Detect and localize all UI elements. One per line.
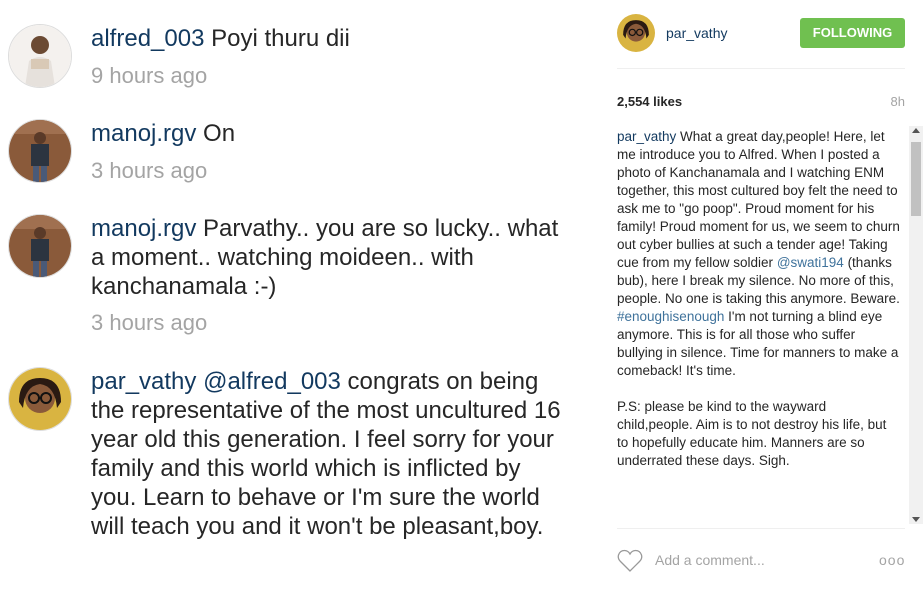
comment-text: par_vathy @alfred_003 congrats on being … <box>91 367 571 541</box>
likes-count[interactable]: 2,554 likes <box>617 94 682 109</box>
comment-text: manoj.rgv Parvathy.. you are so lucky.. … <box>91 214 571 301</box>
comment-text: manoj.rgv On <box>91 119 571 148</box>
avatar[interactable] <box>8 214 72 278</box>
avatar[interactable] <box>8 119 72 183</box>
more-options-icon[interactable]: ooo <box>879 552 905 568</box>
avatar[interactable] <box>8 24 72 88</box>
scrollbar-thumb[interactable] <box>911 142 921 216</box>
scroll-down-arrow-icon[interactable] <box>912 517 920 522</box>
caption-scroll-area[interactable]: par_vathy What a great day,people! Here,… <box>617 128 917 526</box>
divider <box>617 528 905 529</box>
comment-username[interactable]: par_vathy <box>91 368 196 395</box>
comment-username[interactable]: manoj.rgv <box>91 120 196 147</box>
caption-text-part1: What a great day,people! Here, let me in… <box>617 129 904 270</box>
comment-body: Poyi thuru dii <box>211 25 350 52</box>
comment-mention[interactable]: @alfred_003 <box>203 368 341 395</box>
add-comment-input[interactable]: Add a comment... <box>655 552 855 568</box>
comments-list: alfred_003 Poyi thuru dii 9 hours ago ma… <box>0 0 590 590</box>
following-button[interactable]: FOLLOWING <box>800 18 905 48</box>
comment-username[interactable]: manoj.rgv <box>91 215 196 242</box>
post-panel: par_vathy FOLLOWING 2,554 likes 8h par_v… <box>603 0 923 590</box>
caption: par_vathy What a great day,people! Here,… <box>617 128 901 470</box>
caption-mention[interactable]: @swati194 <box>777 255 844 270</box>
avatar[interactable] <box>8 367 72 431</box>
avatar[interactable] <box>617 14 655 52</box>
post-username[interactable]: par_vathy <box>666 25 727 41</box>
post-age: 8h <box>890 94 905 109</box>
caption-text-part3: I'm not turning a blind eye anymore. Thi… <box>617 309 899 468</box>
divider <box>617 68 905 69</box>
caption-username[interactable]: par_vathy <box>617 129 676 144</box>
comment-username[interactable]: alfred_003 <box>91 25 204 52</box>
heart-icon[interactable] <box>617 549 643 573</box>
scroll-up-arrow-icon[interactable] <box>912 128 920 133</box>
comment-text: alfred_003 Poyi thuru dii <box>91 24 571 53</box>
comment-body: On <box>203 120 236 147</box>
comment-time: 3 hours ago <box>91 310 208 335</box>
scrollbar[interactable] <box>909 126 923 524</box>
caption-hashtag[interactable]: #enoughisenough <box>617 309 724 324</box>
comment-time: 3 hours ago <box>91 158 208 183</box>
comment-time: 9 hours ago <box>91 63 208 88</box>
